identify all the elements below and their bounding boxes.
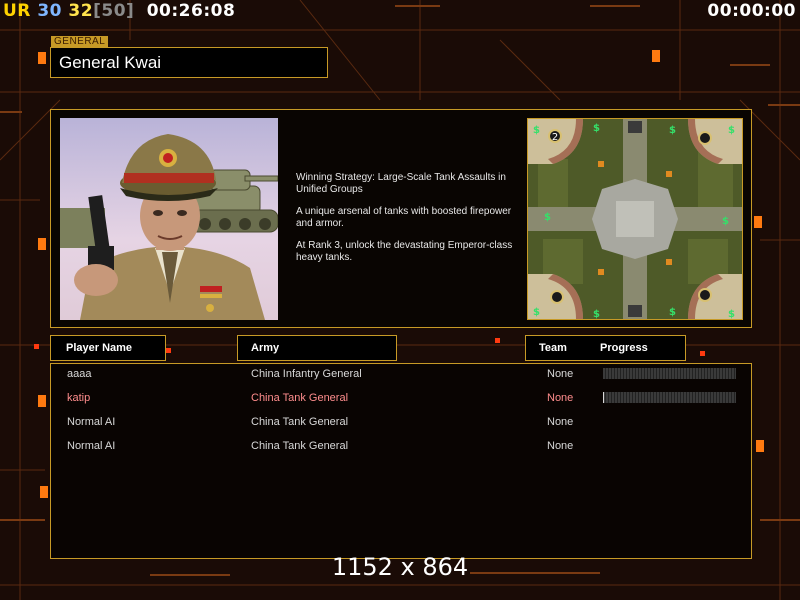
loading-progress-bar: [603, 392, 736, 403]
player-name: aaaa: [67, 368, 92, 380]
supply-marker: $: [722, 216, 729, 227]
supply-marker: $: [533, 307, 540, 318]
general-name: General Kwai: [50, 47, 328, 78]
elapsed-time: 00:26:08: [146, 1, 236, 21]
player-team: None: [547, 440, 574, 452]
player-team: None: [547, 392, 574, 404]
column-header-progress: Progress: [600, 342, 648, 354]
player-army: China Tank General: [251, 392, 349, 404]
hud-stat-3: [50]: [93, 1, 135, 21]
player-list: aaaa China Infantry General None katip C…: [50, 363, 752, 559]
loading-progress-fill: [603, 392, 605, 403]
player-team: None: [547, 416, 574, 428]
supply-marker: $: [593, 123, 600, 134]
hud-stats: UR 30 32[50] 00:26:08: [3, 1, 235, 21]
player-name: katip: [67, 392, 91, 404]
player-name: Normal AI: [67, 440, 116, 452]
strategy-text: Winning Strategy: Large-Scale Tank Assau…: [296, 172, 506, 195]
hud-stat-2: 32: [68, 1, 94, 21]
general-portrait: [60, 118, 278, 320]
column-header-team: Team: [539, 342, 567, 354]
player-row: Normal AI China Tank General None: [51, 436, 751, 456]
player-row-local: katip China Tank General None: [51, 388, 751, 408]
hud-ur-label: UR: [3, 1, 31, 21]
player-name: Normal AI: [67, 416, 116, 428]
arsenal-text: A unique arsenal of tanks with boosted f…: [296, 206, 512, 229]
player-army: China Infantry General: [251, 368, 362, 380]
player-row: Normal AI China Tank General None: [51, 412, 751, 432]
supply-marker: $: [593, 309, 600, 319]
general-description: Winning Strategy: Large-Scale Tank Assau…: [296, 172, 521, 274]
supply-marker: $: [728, 309, 735, 319]
rank-unlock-text: At Rank 3, unlock the devastating Empero…: [296, 240, 513, 263]
supply-marker: $: [669, 307, 676, 318]
column-header-team-progress: Team Progress: [525, 335, 686, 361]
column-header-army: Army: [237, 335, 397, 361]
supply-marker: $: [533, 125, 540, 136]
map-preview: 2 $ $ $ $ $ $ $ $ $ $: [527, 118, 743, 320]
supply-marker: $: [728, 125, 735, 136]
column-header-player-name: Player Name: [50, 335, 166, 361]
player-team: None: [547, 368, 574, 380]
player-army: China Tank General: [251, 440, 349, 452]
hud-stat-1: 30: [37, 1, 62, 21]
start-marker-label: 2: [552, 132, 558, 143]
loading-progress-bar: [603, 368, 736, 379]
player-row: aaaa China Infantry General None: [51, 364, 751, 384]
resolution-label: 1152 x 864: [331, 553, 469, 581]
countdown-timer: 00:00:00: [707, 1, 796, 21]
supply-marker: $: [544, 212, 551, 223]
player-army: China Tank General: [251, 416, 349, 428]
supply-marker: $: [669, 125, 676, 136]
